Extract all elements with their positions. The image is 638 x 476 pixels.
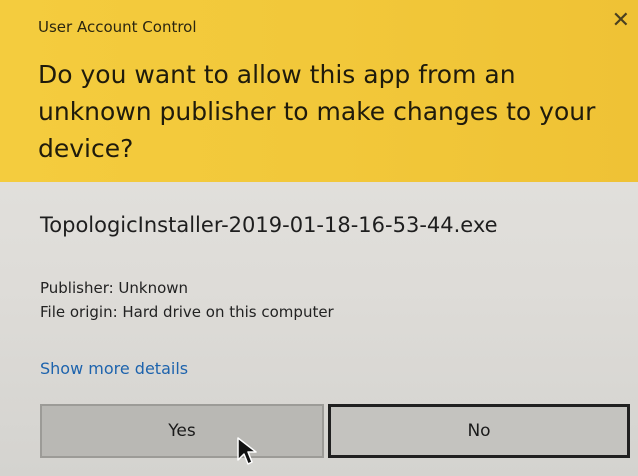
uac-dialog: User Account Control ✕ Do you want to al… [0,0,638,476]
program-name: TopologicInstaller-2019-01-18-16-53-44.e… [40,213,498,237]
dialog-title: User Account Control [38,18,197,36]
publisher-info: Publisher: Unknown [40,279,189,297]
close-icon[interactable]: ✕ [612,10,630,32]
file-origin-info: File origin: Hard drive on this computer [40,303,334,321]
no-button[interactable]: No [328,404,630,458]
yes-button[interactable]: Yes [40,404,324,458]
mouse-pointer-icon [237,437,257,465]
prompt-question: Do you want to allow this app from an un… [38,60,596,163]
warning-banner: User Account Control ✕ Do you want to al… [0,0,638,182]
show-more-details-link[interactable]: Show more details [40,359,188,378]
